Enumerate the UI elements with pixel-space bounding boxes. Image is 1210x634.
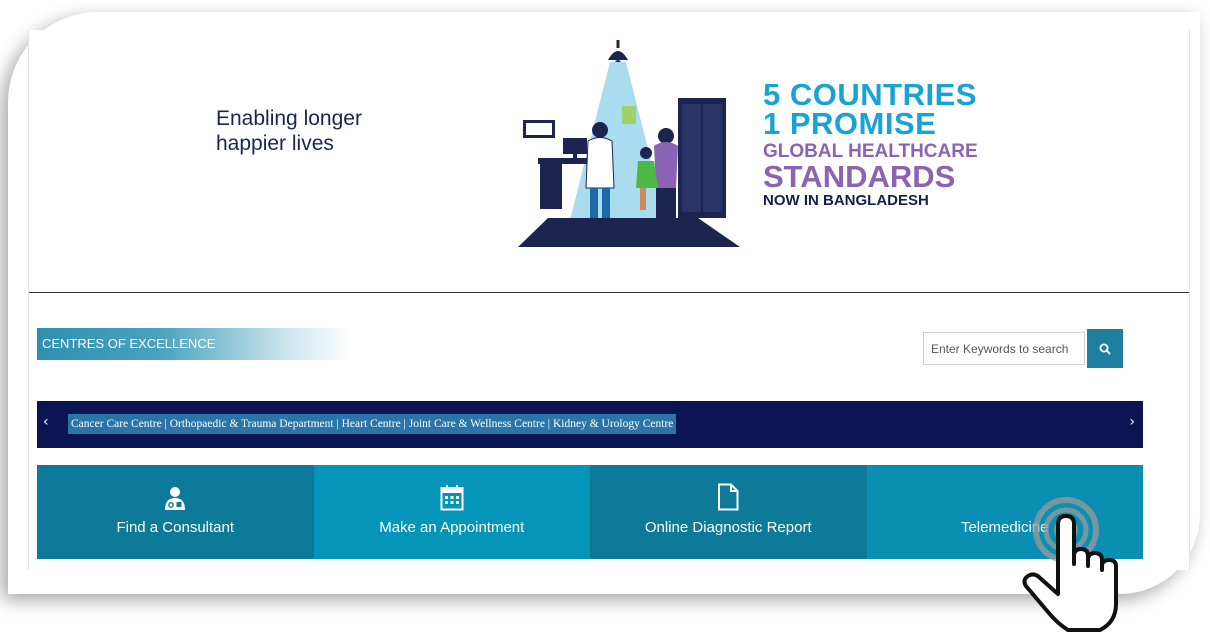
clinic-illustration (518, 40, 740, 247)
promise-line-4: STANDARDS (763, 159, 956, 194)
pointer-hand-icon (1022, 497, 1118, 632)
ticker-prev-button[interactable]: ‹ (43, 414, 49, 430)
doctor-icon (164, 481, 186, 511)
centres-of-excellence-label: CENTRES OF EXCELLENCE (37, 328, 352, 360)
centres-ticker: ‹ Cancer Care Centre | Orthopaedic & Tra… (37, 401, 1143, 448)
tile-label: Find a Consultant (116, 519, 235, 536)
calendar-icon (440, 481, 464, 511)
promise-block: 5 COUNTRIES 1 PROMISE GLOBAL HEALTHCARE … (763, 77, 1003, 210)
find-consultant-tile[interactable]: Find a Consultant (37, 465, 314, 559)
promise-line-1: 5 COUNTRIES (763, 77, 977, 112)
online-diagnostic-report-tile[interactable]: Online Diagnostic Report (590, 465, 867, 559)
search-button[interactable] (1087, 329, 1123, 368)
tile-label: Make an Appointment (379, 519, 525, 536)
search-icon (1099, 343, 1111, 355)
make-appointment-tile[interactable]: Make an Appointment (313, 465, 590, 559)
tile-label: Online Diagnostic Report (644, 519, 812, 536)
section-divider (29, 292, 1189, 293)
promise-line-5: NOW IN BANGLADESH (763, 192, 929, 209)
promise-line-2: 1 PROMISE (763, 106, 937, 141)
search-input[interactable] (923, 332, 1085, 365)
document-icon (717, 481, 739, 511)
hero-tagline: Enabling longer happier lives (216, 107, 362, 155)
ticker-next-button[interactable]: › (1129, 414, 1135, 430)
quick-actions: Find a Consultant Make an Appointment On… (37, 465, 1143, 559)
ticker-text[interactable]: Cancer Care Centre | Orthopaedic & Traum… (68, 414, 677, 434)
